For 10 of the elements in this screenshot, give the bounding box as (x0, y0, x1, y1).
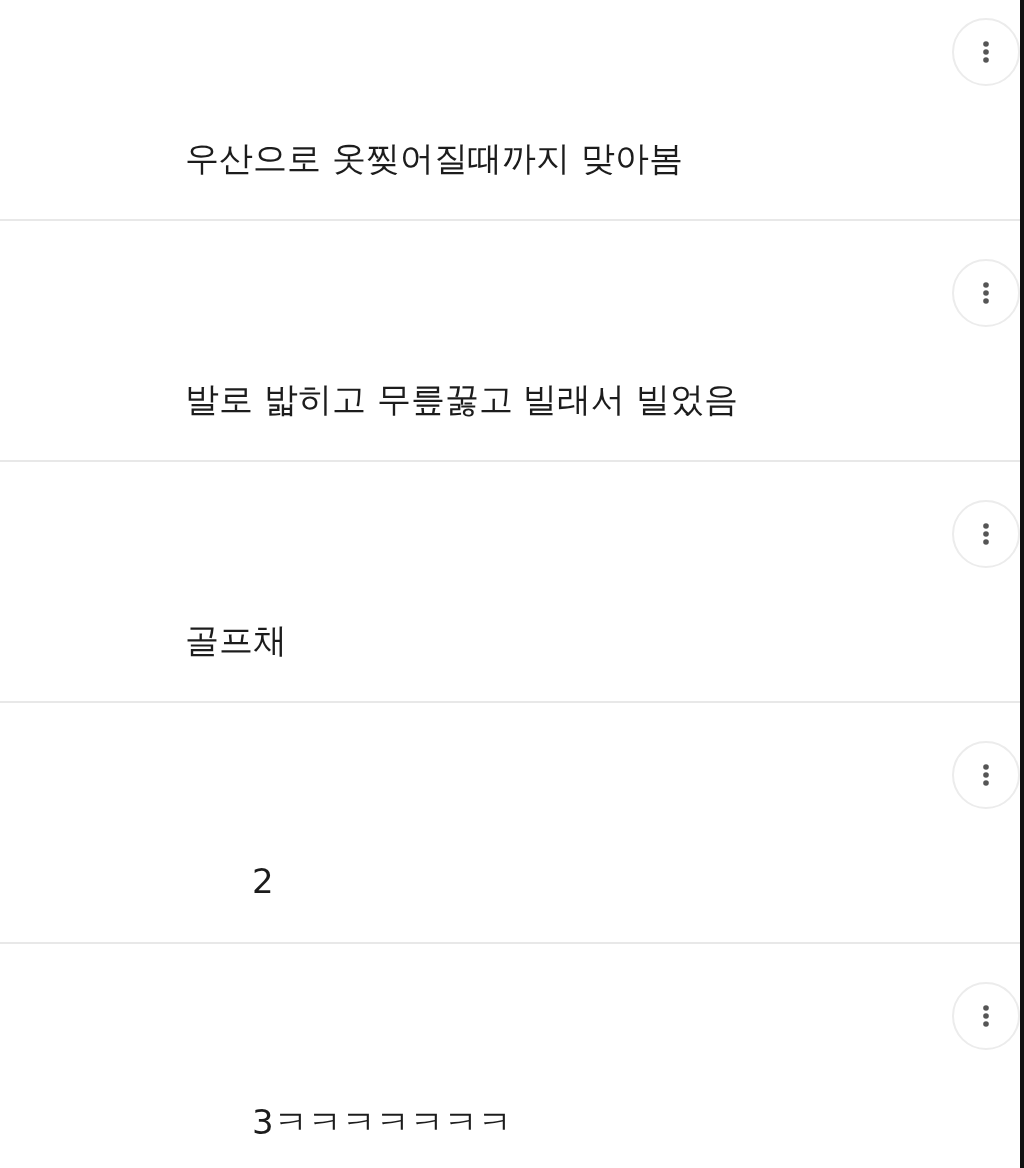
more-options-icon (983, 764, 989, 786)
more-options-icon (983, 282, 989, 304)
more-options-icon (983, 523, 989, 545)
more-options-icon (983, 41, 989, 63)
comment-text: 골프채 (185, 620, 287, 660)
comment-text: 발로 밟히고 무릎꿇고 빌래서 빌었음 (185, 379, 739, 419)
comment-text: 우산으로 옷찢어질때까지 맞아봄 (185, 138, 683, 178)
comment-text: 2 (252, 861, 274, 901)
more-options-icon (983, 1005, 989, 1027)
comment-text: 3ㅋㅋㅋㅋㅋㅋㅋ (252, 1102, 512, 1142)
